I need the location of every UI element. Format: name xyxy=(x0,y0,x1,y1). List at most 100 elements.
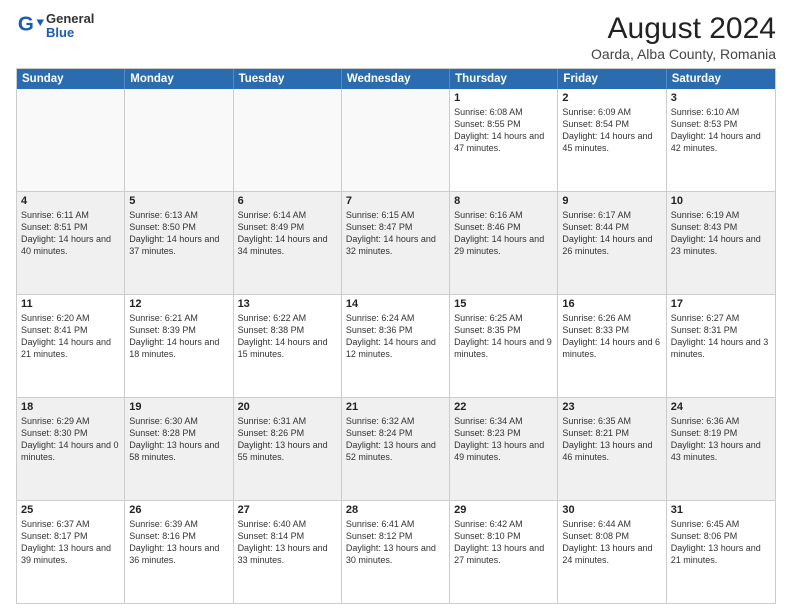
day-info: Sunrise: 6:15 AM Sunset: 8:47 PM Dayligh… xyxy=(346,209,445,258)
weekday-header-sunday: Sunday xyxy=(17,69,125,89)
day-number: 11 xyxy=(21,298,120,310)
calendar-cell: 6Sunrise: 6:14 AM Sunset: 8:49 PM Daylig… xyxy=(234,192,342,294)
day-number: 25 xyxy=(21,504,120,516)
calendar-cell: 3 Sunrise: 6:10 AM Sunset: 8:53 PM Daylig… xyxy=(667,89,775,191)
calendar-cell: 15Sunrise: 6:25 AM Sunset: 8:35 PM Dayli… xyxy=(450,295,558,397)
day-number: 18 xyxy=(21,401,120,413)
calendar-cell: 23Sunrise: 6:35 AM Sunset: 8:21 PM Dayli… xyxy=(558,398,666,500)
weekday-header-tuesday: Tuesday xyxy=(234,69,342,89)
page: G General Blue August 2024 Oarda, Alba C… xyxy=(0,0,792,612)
calendar-cell: 4Sunrise: 6:11 AM Sunset: 8:51 PM Daylig… xyxy=(17,192,125,294)
day-number: 5 xyxy=(129,195,228,207)
calendar-cell: 27Sunrise: 6:40 AM Sunset: 8:14 PM Dayli… xyxy=(234,501,342,603)
day-number: 17 xyxy=(671,298,771,310)
day-info: Sunrise: 6:41 AM Sunset: 8:12 PM Dayligh… xyxy=(346,518,445,567)
calendar-row-3: 11 Sunrise: 6:20 AM Sunset: 8:41 PM Dayli… xyxy=(17,294,775,397)
calendar-cell: 17 Sunrise: 6:27 AM Sunset: 8:31 PM Dayli… xyxy=(667,295,775,397)
logo-icon: G xyxy=(16,12,44,40)
calendar-cell: 12 Sunrise: 6:21 AM Sunset: 8:39 PM Dayli… xyxy=(125,295,233,397)
day-info: Sunrise: 6:37 AM Sunset: 8:17 PM Dayligh… xyxy=(21,518,120,567)
calendar-cell: 11 Sunrise: 6:20 AM Sunset: 8:41 PM Dayli… xyxy=(17,295,125,397)
day-info: Sunrise: 6:29 AM Sunset: 8:30 PM Dayligh… xyxy=(21,415,120,464)
calendar-cell xyxy=(17,89,125,191)
day-number: 27 xyxy=(238,504,337,516)
weekday-header-thursday: Thursday xyxy=(450,69,558,89)
title-area: August 2024 Oarda, Alba County, Romania xyxy=(591,12,776,62)
day-info: Sunrise: 6:45 AM Sunset: 8:06 PM Dayligh… xyxy=(671,518,771,567)
day-info: Sunrise: 6:27 AM Sunset: 8:31 PM Dayligh… xyxy=(671,312,771,361)
day-info: Sunrise: 6:20 AM Sunset: 8:41 PM Dayligh… xyxy=(21,312,120,361)
day-number: 20 xyxy=(238,401,337,413)
day-number: 14 xyxy=(346,298,445,310)
logo: G General Blue xyxy=(16,12,94,41)
calendar-cell: 26 Sunrise: 6:39 AM Sunset: 8:16 PM Dayli… xyxy=(125,501,233,603)
weekday-header-monday: Monday xyxy=(125,69,233,89)
calendar-cell: 7 Sunrise: 6:15 AM Sunset: 8:47 PM Daylig… xyxy=(342,192,450,294)
calendar-cell: 10Sunrise: 6:19 AM Sunset: 8:43 PM Dayli… xyxy=(667,192,775,294)
weekday-header-friday: Friday xyxy=(558,69,666,89)
day-info: Sunrise: 6:32 AM Sunset: 8:24 PM Dayligh… xyxy=(346,415,445,464)
calendar-cell: 28 Sunrise: 6:41 AM Sunset: 8:12 PM Dayli… xyxy=(342,501,450,603)
day-info: Sunrise: 6:44 AM Sunset: 8:08 PM Dayligh… xyxy=(562,518,661,567)
day-number: 31 xyxy=(671,504,771,516)
calendar-row-1: 1Sunrise: 6:08 AM Sunset: 8:55 PM Daylig… xyxy=(17,89,775,191)
calendar-cell: 22Sunrise: 6:34 AM Sunset: 8:23 PM Dayli… xyxy=(450,398,558,500)
day-number: 26 xyxy=(129,504,228,516)
day-info: Sunrise: 6:24 AM Sunset: 8:36 PM Dayligh… xyxy=(346,312,445,361)
day-info: Sunrise: 6:10 AM Sunset: 8:53 PM Dayligh… xyxy=(671,106,771,155)
logo-blue: Blue xyxy=(46,26,94,40)
calendar-cell: 5 Sunrise: 6:13 AM Sunset: 8:50 PM Daylig… xyxy=(125,192,233,294)
day-info: Sunrise: 6:14 AM Sunset: 8:49 PM Dayligh… xyxy=(238,209,337,258)
day-info: Sunrise: 6:17 AM Sunset: 8:44 PM Dayligh… xyxy=(562,209,661,258)
calendar-cell: 24 Sunrise: 6:36 AM Sunset: 8:19 PM Dayli… xyxy=(667,398,775,500)
logo-general: General xyxy=(46,12,94,26)
calendar-cell: 9 Sunrise: 6:17 AM Sunset: 8:44 PM Daylig… xyxy=(558,192,666,294)
day-info: Sunrise: 6:19 AM Sunset: 8:43 PM Dayligh… xyxy=(671,209,771,258)
calendar-header: SundayMondayTuesdayWednesdayThursdayFrid… xyxy=(17,69,775,89)
calendar-row-5: 25 Sunrise: 6:37 AM Sunset: 8:17 PM Dayli… xyxy=(17,500,775,603)
day-number: 23 xyxy=(562,401,661,413)
day-info: Sunrise: 6:16 AM Sunset: 8:46 PM Dayligh… xyxy=(454,209,553,258)
calendar-cell xyxy=(125,89,233,191)
day-number: 30 xyxy=(562,504,661,516)
day-info: Sunrise: 6:39 AM Sunset: 8:16 PM Dayligh… xyxy=(129,518,228,567)
day-info: Sunrise: 6:42 AM Sunset: 8:10 PM Dayligh… xyxy=(454,518,553,567)
calendar-cell: 20 Sunrise: 6:31 AM Sunset: 8:26 PM Dayli… xyxy=(234,398,342,500)
day-info: Sunrise: 6:13 AM Sunset: 8:50 PM Dayligh… xyxy=(129,209,228,258)
calendar: SundayMondayTuesdayWednesdayThursdayFrid… xyxy=(16,68,776,604)
subtitle: Oarda, Alba County, Romania xyxy=(591,46,776,62)
calendar-cell: 2Sunrise: 6:09 AM Sunset: 8:54 PM Daylig… xyxy=(558,89,666,191)
day-number: 3 xyxy=(671,92,771,104)
day-info: Sunrise: 6:11 AM Sunset: 8:51 PM Dayligh… xyxy=(21,209,120,258)
calendar-row-2: 4Sunrise: 6:11 AM Sunset: 8:51 PM Daylig… xyxy=(17,191,775,294)
header: G General Blue August 2024 Oarda, Alba C… xyxy=(16,12,776,62)
calendar-cell: 21Sunrise: 6:32 AM Sunset: 8:24 PM Dayli… xyxy=(342,398,450,500)
weekday-header-wednesday: Wednesday xyxy=(342,69,450,89)
calendar-cell: 1Sunrise: 6:08 AM Sunset: 8:55 PM Daylig… xyxy=(450,89,558,191)
day-number: 29 xyxy=(454,504,553,516)
day-number: 28 xyxy=(346,504,445,516)
day-number: 7 xyxy=(346,195,445,207)
day-number: 8 xyxy=(454,195,553,207)
day-number: 19 xyxy=(129,401,228,413)
calendar-cell: 31 Sunrise: 6:45 AM Sunset: 8:06 PM Dayli… xyxy=(667,501,775,603)
logo-text: General Blue xyxy=(46,12,94,41)
day-info: Sunrise: 6:30 AM Sunset: 8:28 PM Dayligh… xyxy=(129,415,228,464)
day-number: 16 xyxy=(562,298,661,310)
calendar-cell: 16Sunrise: 6:26 AM Sunset: 8:33 PM Dayli… xyxy=(558,295,666,397)
day-info: Sunrise: 6:34 AM Sunset: 8:23 PM Dayligh… xyxy=(454,415,553,464)
day-info: Sunrise: 6:36 AM Sunset: 8:19 PM Dayligh… xyxy=(671,415,771,464)
svg-text:G: G xyxy=(18,13,34,36)
day-number: 12 xyxy=(129,298,228,310)
day-number: 24 xyxy=(671,401,771,413)
calendar-cell: 25 Sunrise: 6:37 AM Sunset: 8:17 PM Dayli… xyxy=(17,501,125,603)
calendar-cell: 13Sunrise: 6:22 AM Sunset: 8:38 PM Dayli… xyxy=(234,295,342,397)
day-number: 1 xyxy=(454,92,553,104)
day-info: Sunrise: 6:21 AM Sunset: 8:39 PM Dayligh… xyxy=(129,312,228,361)
calendar-cell: 14 Sunrise: 6:24 AM Sunset: 8:36 PM Dayli… xyxy=(342,295,450,397)
day-number: 9 xyxy=(562,195,661,207)
calendar-row-4: 18 Sunrise: 6:29 AM Sunset: 8:30 PM Dayli… xyxy=(17,397,775,500)
day-info: Sunrise: 6:31 AM Sunset: 8:26 PM Dayligh… xyxy=(238,415,337,464)
day-number: 13 xyxy=(238,298,337,310)
weekday-header-saturday: Saturday xyxy=(667,69,775,89)
